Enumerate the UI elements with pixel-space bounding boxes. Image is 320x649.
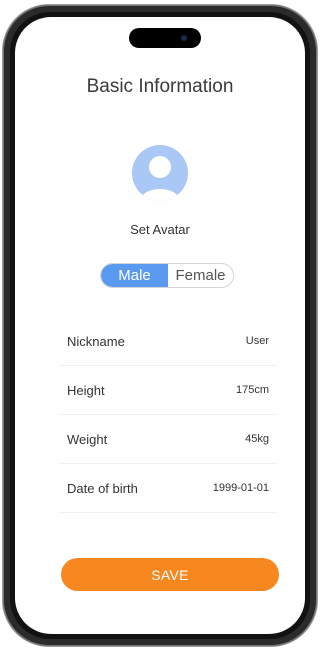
field-value: 175cm [235,384,269,396]
gender-option-male[interactable]: Male [101,264,168,287]
profile-field-list: Nickname User Height 175cm Weight 45kg D… [59,317,277,513]
gender-option-female[interactable]: Female [168,264,233,287]
user-silhouette-icon [140,156,180,201]
gender-toggle: Male Female [100,263,234,288]
set-avatar-label[interactable]: Set Avatar [15,222,305,237]
field-row-height[interactable]: Height 175cm [59,366,277,415]
field-value: 45kg [245,433,269,445]
page-title: Basic Information [86,76,234,97]
field-label: Nickname [67,333,125,349]
app-screen: Basic Information Set Avatar Male Female… [15,17,305,634]
field-label: Weight [67,431,108,447]
avatar-button[interactable] [132,145,188,201]
field-value: 1999-01-01 [212,482,269,494]
save-button[interactable]: SAVE [61,558,279,591]
field-row-nickname[interactable]: Nickname User [59,317,277,366]
phone-frame: Basic Information Set Avatar Male Female… [3,5,317,646]
field-value: User [245,335,269,347]
field-row-weight[interactable]: Weight 45kg [59,415,277,464]
field-label: Date of birth [67,480,138,496]
camera-icon [181,35,187,41]
field-label: Height [67,382,105,398]
dynamic-island [129,28,201,48]
field-row-date-of-birth[interactable]: Date of birth 1999-01-01 [59,464,277,513]
phone-bezel: Basic Information Set Avatar Male Female… [10,12,310,639]
